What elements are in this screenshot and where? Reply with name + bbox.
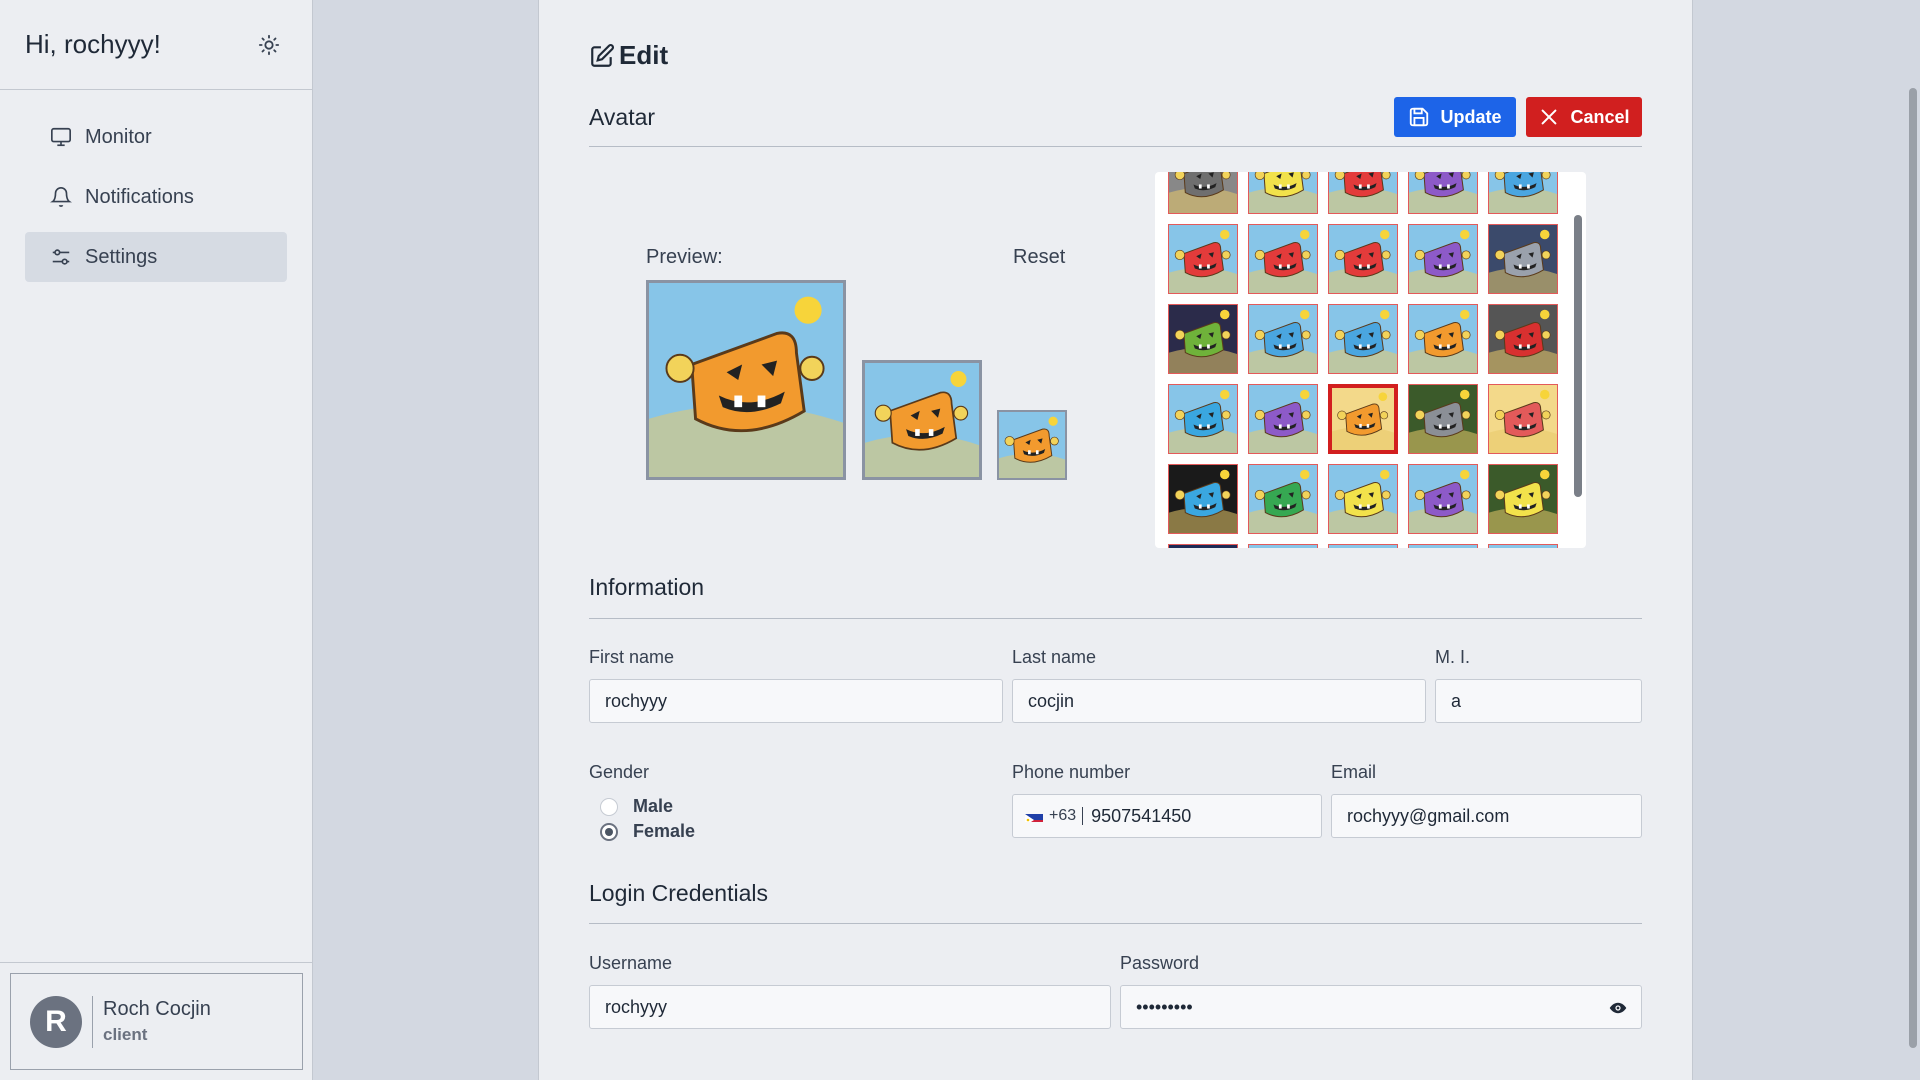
password-value: ••••••••• — [1136, 996, 1193, 1017]
information-section-heading: Information — [589, 574, 1642, 619]
avatar-option[interactable] — [1408, 384, 1478, 454]
last-name-label: Last name — [1012, 647, 1097, 667]
greeting: Hi, rochyyy! — [25, 29, 161, 59]
monitor-icon — [49, 125, 73, 149]
avatar-option[interactable] — [1248, 384, 1318, 454]
radio-button[interactable] — [600, 797, 618, 816]
phone-label: Phone number — [1012, 762, 1131, 782]
update-button[interactable]: Update — [1394, 97, 1516, 137]
avatar-option[interactable] — [1168, 172, 1238, 214]
user-role: client — [103, 1025, 148, 1044]
avatar-preview-medium — [862, 360, 982, 480]
avatar-option[interactable] — [1248, 544, 1318, 548]
username-input[interactable]: rochyyy — [589, 985, 1111, 1029]
avatar-option[interactable] — [1408, 304, 1478, 374]
avatar-option[interactable] — [1408, 224, 1478, 294]
last-name-input[interactable]: cocjin — [1012, 679, 1426, 723]
sidebar-item-settings[interactable]: Settings — [25, 232, 287, 282]
password-label: Password — [1120, 953, 1200, 973]
avatar-option[interactable] — [1248, 224, 1318, 294]
avatar-option[interactable] — [1488, 384, 1558, 454]
username-label: Username — [589, 953, 673, 973]
avatar-option[interactable] — [1248, 172, 1318, 214]
avatar-picker-scrollbar[interactable] — [1574, 215, 1582, 497]
gender-female-radio[interactable]: Female — [600, 821, 695, 842]
sidebar-nav: Monitor Notifications Settings — [0, 90, 312, 282]
avatar-option[interactable] — [1328, 224, 1398, 294]
edit-icon — [589, 43, 615, 69]
avatar-option[interactable] — [1328, 384, 1398, 454]
radio-label: Female — [633, 821, 696, 841]
sidebar-item-label: Monitor — [85, 125, 152, 148]
avatar-option[interactable] — [1168, 224, 1238, 294]
sidebar-item-label: Settings — [85, 245, 158, 268]
avatar-option[interactable] — [1488, 172, 1558, 214]
avatar-option[interactable] — [1408, 544, 1478, 548]
sidebar-item-label: Notifications — [85, 185, 194, 208]
gender-male-radio[interactable]: Male — [600, 796, 673, 817]
phone-value: 9507541450 — [1091, 805, 1192, 826]
mi-input[interactable]: a — [1435, 679, 1642, 723]
window-scrollbar[interactable] — [1909, 88, 1917, 1048]
user-card[interactable]: R Roch Cocjin client — [10, 973, 303, 1070]
philippines-flag-icon — [1025, 810, 1043, 822]
sidebar-item-monitor[interactable]: Monitor — [25, 112, 287, 162]
avatar-option[interactable] — [1488, 464, 1558, 534]
avatar-option[interactable] — [1328, 172, 1398, 214]
cancel-button-label: Cancel — [1570, 106, 1630, 127]
reset-link[interactable]: Reset — [1013, 246, 1065, 269]
sidebar: Hi, rochyyy! Monitor Notifications Setti… — [0, 0, 313, 1080]
avatar-option[interactable] — [1248, 304, 1318, 374]
first-name-label: First name — [589, 647, 675, 667]
user-name: Roch Cocjin — [103, 998, 211, 1020]
sidebar-item-notifications[interactable]: Notifications — [25, 172, 287, 222]
close-icon — [1538, 106, 1560, 128]
login-credentials-heading: Login Credentials — [589, 880, 1642, 924]
update-button-label: Update — [1440, 106, 1502, 127]
avatar-preview-small — [997, 410, 1067, 480]
avatar-picker[interactable] — [1155, 172, 1586, 548]
mi-label: M. I. — [1435, 647, 1470, 667]
avatar-option[interactable] — [1328, 304, 1398, 374]
eye-icon[interactable] — [1609, 999, 1627, 1017]
email-input[interactable]: rochyyy@gmail.com — [1331, 794, 1642, 838]
cancel-button[interactable]: Cancel — [1526, 97, 1642, 137]
preview-label: Preview: — [646, 246, 723, 268]
avatar-option[interactable] — [1168, 304, 1238, 374]
sidebar-header: Hi, rochyyy! — [0, 0, 312, 90]
avatar: R — [30, 995, 82, 1048]
radio-button[interactable] — [600, 822, 618, 841]
avatar-option[interactable] — [1488, 224, 1558, 294]
gender-label: Gender — [589, 762, 650, 782]
avatar-option[interactable] — [1328, 464, 1398, 534]
avatar-option[interactable] — [1488, 544, 1558, 548]
page-title: Edit — [589, 40, 668, 71]
sun-icon[interactable] — [256, 32, 282, 58]
avatar-option[interactable] — [1248, 464, 1318, 534]
password-input[interactable]: ••••••••• — [1120, 985, 1642, 1029]
email-label: Email — [1331, 762, 1377, 782]
avatar-preview-large — [646, 280, 846, 480]
avatar-grid — [1168, 172, 1558, 548]
divider — [92, 995, 93, 1048]
avatar-option[interactable] — [1168, 384, 1238, 454]
bell-icon — [49, 185, 73, 209]
save-icon — [1408, 106, 1430, 128]
avatar-option[interactable] — [1328, 544, 1398, 548]
dial-code[interactable]: +63 — [1049, 807, 1084, 825]
avatar-option[interactable] — [1488, 304, 1558, 374]
first-name-input[interactable]: rochyyy — [589, 679, 1003, 723]
sliders-icon — [49, 245, 73, 269]
avatar-option[interactable] — [1168, 544, 1238, 548]
avatar-option[interactable] — [1408, 464, 1478, 534]
sidebar-footer: R Roch Cocjin client — [0, 962, 313, 1080]
phone-input[interactable]: +63 9507541450 — [1012, 794, 1322, 838]
avatar-option[interactable] — [1408, 172, 1478, 214]
radio-label: Male — [633, 796, 674, 816]
avatar-option[interactable] — [1168, 464, 1238, 534]
page-title-text: Edit — [619, 40, 669, 70]
edit-panel: Edit Avatar Update Cancel Preview: Reset — [538, 0, 1693, 1080]
